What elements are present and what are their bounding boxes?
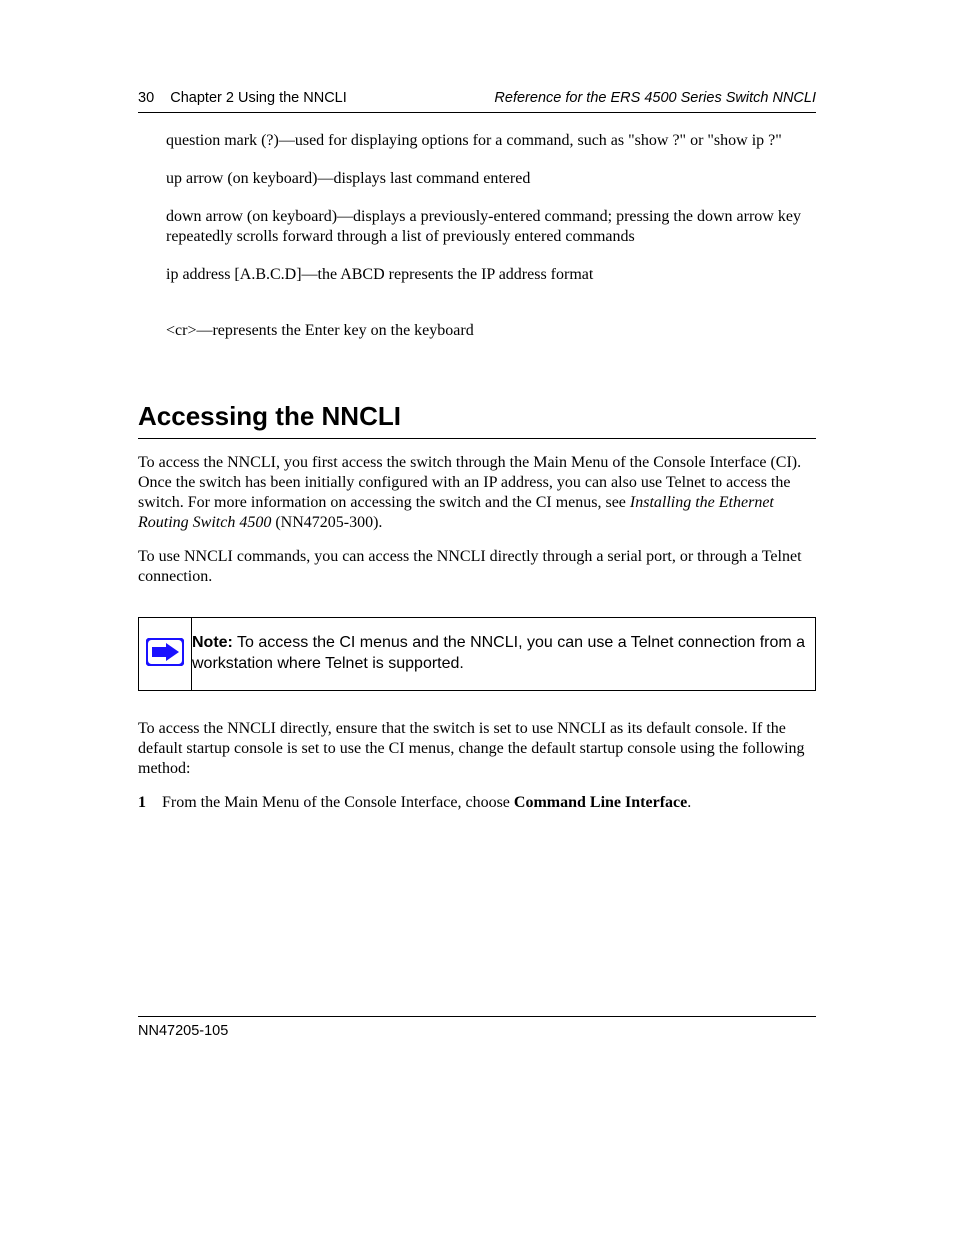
- list-item-number: 1: [138, 794, 146, 811]
- header-doc-title: Reference for the ERS 4500 Series Switch…: [494, 90, 816, 106]
- section-rule: [138, 438, 816, 439]
- footer-doc-id: NN47205-105: [138, 1023, 816, 1039]
- page-footer: NN47205-105: [138, 1016, 816, 1039]
- numbered-list-item: 1 From the Main Menu of the Console Inte…: [138, 793, 816, 813]
- note-text: To access the CI menus and the NNCLI, yo…: [192, 634, 805, 672]
- arrow-right-icon: [146, 638, 184, 671]
- list-item-bold: Command Line Interface: [514, 794, 687, 811]
- list-item: <cr>—represents the Enter key on the key…: [166, 321, 816, 341]
- page-number: 30: [138, 90, 154, 106]
- header-page-chapter: 30 Chapter 2 Using the NNCLI: [138, 90, 347, 106]
- body-paragraph: To use NNCLI commands, you can access th…: [138, 547, 816, 587]
- page: 30 Chapter 2 Using the NNCLI Reference f…: [0, 0, 954, 1235]
- list-item: question mark (?)—used for displaying op…: [166, 131, 816, 151]
- page-header: 30 Chapter 2 Using the NNCLI Reference f…: [138, 90, 816, 106]
- section-heading: Accessing the NNCLI: [138, 401, 816, 432]
- note-icon-cell: [139, 618, 192, 691]
- list-item: down arrow (on keyboard)—displays a prev…: [166, 207, 816, 247]
- body-paragraph: To access the NNCLI, you first access th…: [138, 453, 816, 533]
- list-item-text: .: [687, 794, 691, 811]
- chapter-label: Chapter 2 Using the NNCLI: [170, 90, 347, 106]
- header-rule: [138, 112, 816, 113]
- list-item: up arrow (on keyboard)—displays last com…: [166, 169, 816, 189]
- footer-rule: [138, 1016, 816, 1017]
- list-item: ip address [A.B.C.D]—the ABCD represents…: [166, 265, 816, 285]
- note-label: Note:: [192, 634, 233, 651]
- body-paragraph: To access the NNCLI directly, ensure tha…: [138, 719, 816, 779]
- list-item-text: From the Main Menu of the Console Interf…: [162, 794, 514, 811]
- note-box: Note: To access the CI menus and the NNC…: [138, 617, 816, 691]
- note-text-cell: Note: To access the CI menus and the NNC…: [192, 618, 816, 691]
- paragraph-text: (NN47205-300).: [271, 514, 382, 531]
